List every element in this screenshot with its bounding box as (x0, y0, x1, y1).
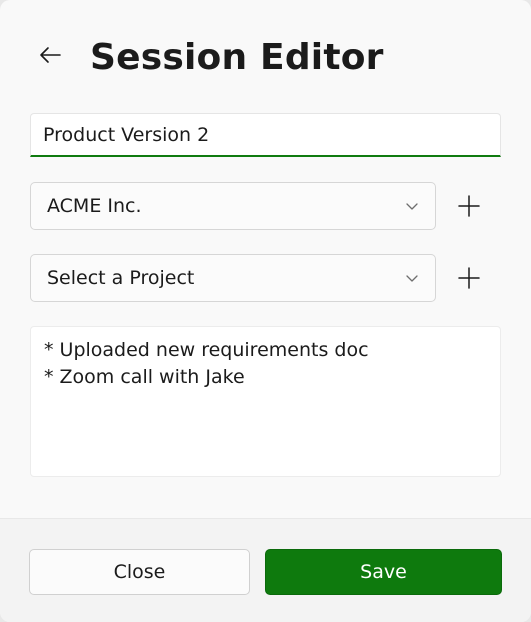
project-combobox[interactable]: Select a Project (30, 254, 436, 302)
back-button[interactable] (30, 38, 70, 72)
footer: Close Save (0, 518, 531, 622)
session-name-value: Product Version 2 (43, 123, 210, 146)
client-combobox-value: ACME Inc. (47, 195, 142, 217)
add-client-button[interactable] (450, 187, 488, 225)
arrow-left-icon (40, 47, 61, 63)
notes-textarea[interactable]: * Uploaded new requirements doc * Zoom c… (30, 326, 501, 477)
notes-line: * Zoom call with Jake (44, 366, 245, 388)
client-combobox[interactable]: ACME Inc. (30, 182, 436, 230)
session-editor-dialog: Session Editor Product Version 2 ACME In… (0, 0, 531, 622)
plus-icon (458, 267, 480, 289)
save-button[interactable]: Save (265, 549, 502, 595)
add-project-button[interactable] (450, 259, 488, 297)
notes-line: * Uploaded new requirements doc (44, 339, 369, 361)
project-combobox-placeholder: Select a Project (47, 267, 195, 289)
close-button[interactable]: Close (29, 549, 250, 595)
header: Session Editor (0, 0, 531, 110)
session-name-input[interactable]: Product Version 2 (30, 113, 501, 157)
plus-icon (458, 195, 480, 217)
chevron-down-icon (405, 199, 419, 213)
page-title: Session Editor (90, 37, 384, 78)
chevron-down-icon (405, 271, 419, 285)
